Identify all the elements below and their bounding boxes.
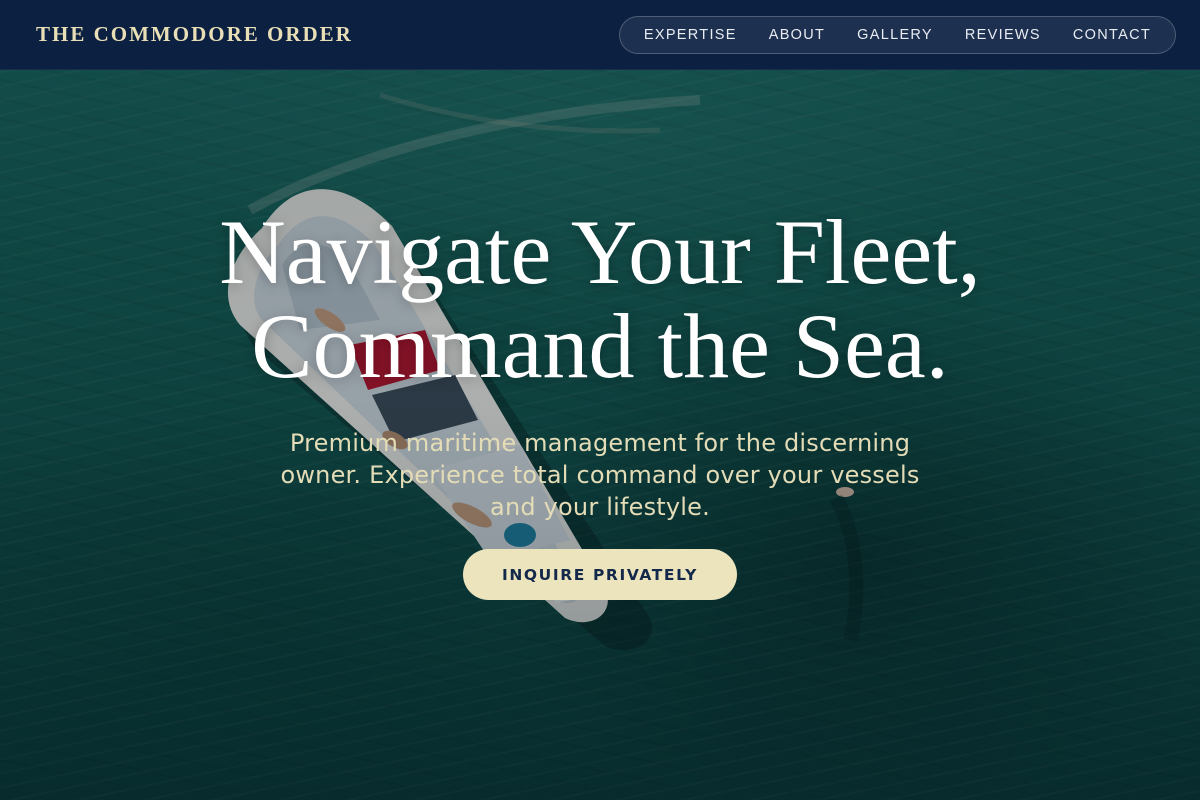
nav-link-reviews[interactable]: REVIEWS [949,16,1057,54]
nav-link-gallery[interactable]: GALLERY [841,16,949,54]
hero-headline-line-2: Command the Sea. [251,295,949,397]
hero-content: Navigate Your Fleet, Command the Sea. Pr… [0,205,1200,600]
main-nav: EXPERTISE ABOUT GALLERY REVIEWS CONTACT [618,15,1176,54]
site-header: THE COMMODORE ORDER EXPERTISE ABOUT GALL… [0,0,1200,70]
hero-subtext: Premium maritime management for the disc… [280,429,920,521]
brand-logo[interactable]: THE COMMODORE ORDER [36,22,353,47]
inquire-privately-button[interactable]: INQUIRE PRIVATELY [463,549,737,600]
hero-headline-line-1: Navigate Your Fleet, [219,201,981,303]
nav-link-contact[interactable]: CONTACT [1057,16,1167,54]
nav-link-about[interactable]: ABOUT [753,16,841,54]
nav-link-expertise[interactable]: EXPERTISE [628,16,753,54]
hero-headline: Navigate Your Fleet, Command the Sea. [219,205,980,393]
